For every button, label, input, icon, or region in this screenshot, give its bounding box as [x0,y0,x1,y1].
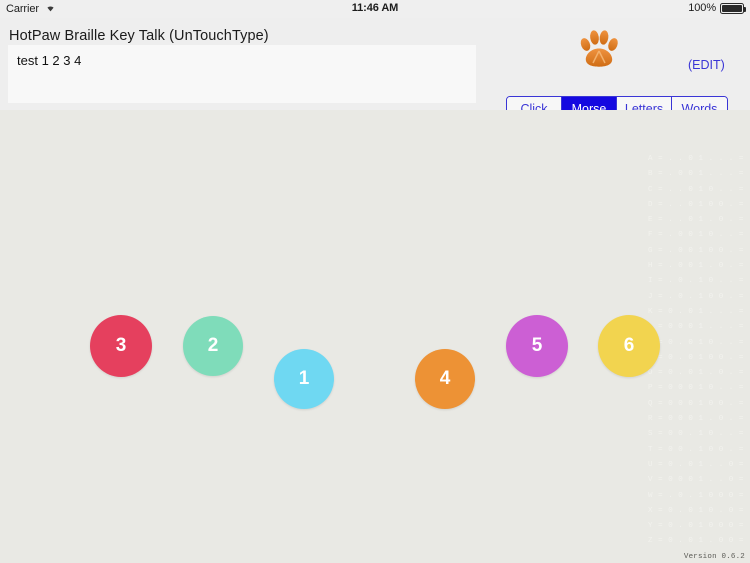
version-label: Version 0.6.2 [683,553,745,561]
edit-link[interactable]: (EDIT) [688,58,725,72]
app-window: Carrier 11:46 AM 100% HotPaw Braille Key… [0,0,750,563]
header-panel: HotPaw Braille Key Talk (UnTouchType) te… [0,18,750,122]
key-label: 1 [298,368,310,389]
morse-reference-table: A = . . 0 1 . . . = B = . 0 0 1 . . . = … [648,155,744,546]
key-button-5[interactable]: 5 [506,315,568,377]
key-button-4[interactable]: 4 [415,349,475,409]
key-label: 6 [623,335,635,356]
key-label: 3 [115,335,127,356]
key-button-6[interactable]: 6 [598,315,660,377]
key-label: 4 [439,368,451,389]
paw-print-icon [574,28,624,70]
key-label: 2 [207,335,219,356]
battery-icon [720,2,746,14]
clock: 11:46 AM [351,2,399,14]
page-title: HotPaw Braille Key Talk (UnTouchType) [9,28,269,44]
key-label: 5 [531,335,543,356]
key-button-2[interactable]: 2 [183,316,243,376]
status-bar: Carrier 11:46 AM 100% [0,0,750,18]
message-text-area[interactable] [8,45,476,103]
key-button-1[interactable]: 1 [274,349,334,409]
status-bar-right: 100% [688,2,746,14]
key-button-3[interactable]: 3 [90,315,152,377]
battery-percent-label: 100% [688,2,716,14]
key-stage: A = . . 0 1 . . . = B = . 0 0 1 . . . = … [0,110,750,563]
